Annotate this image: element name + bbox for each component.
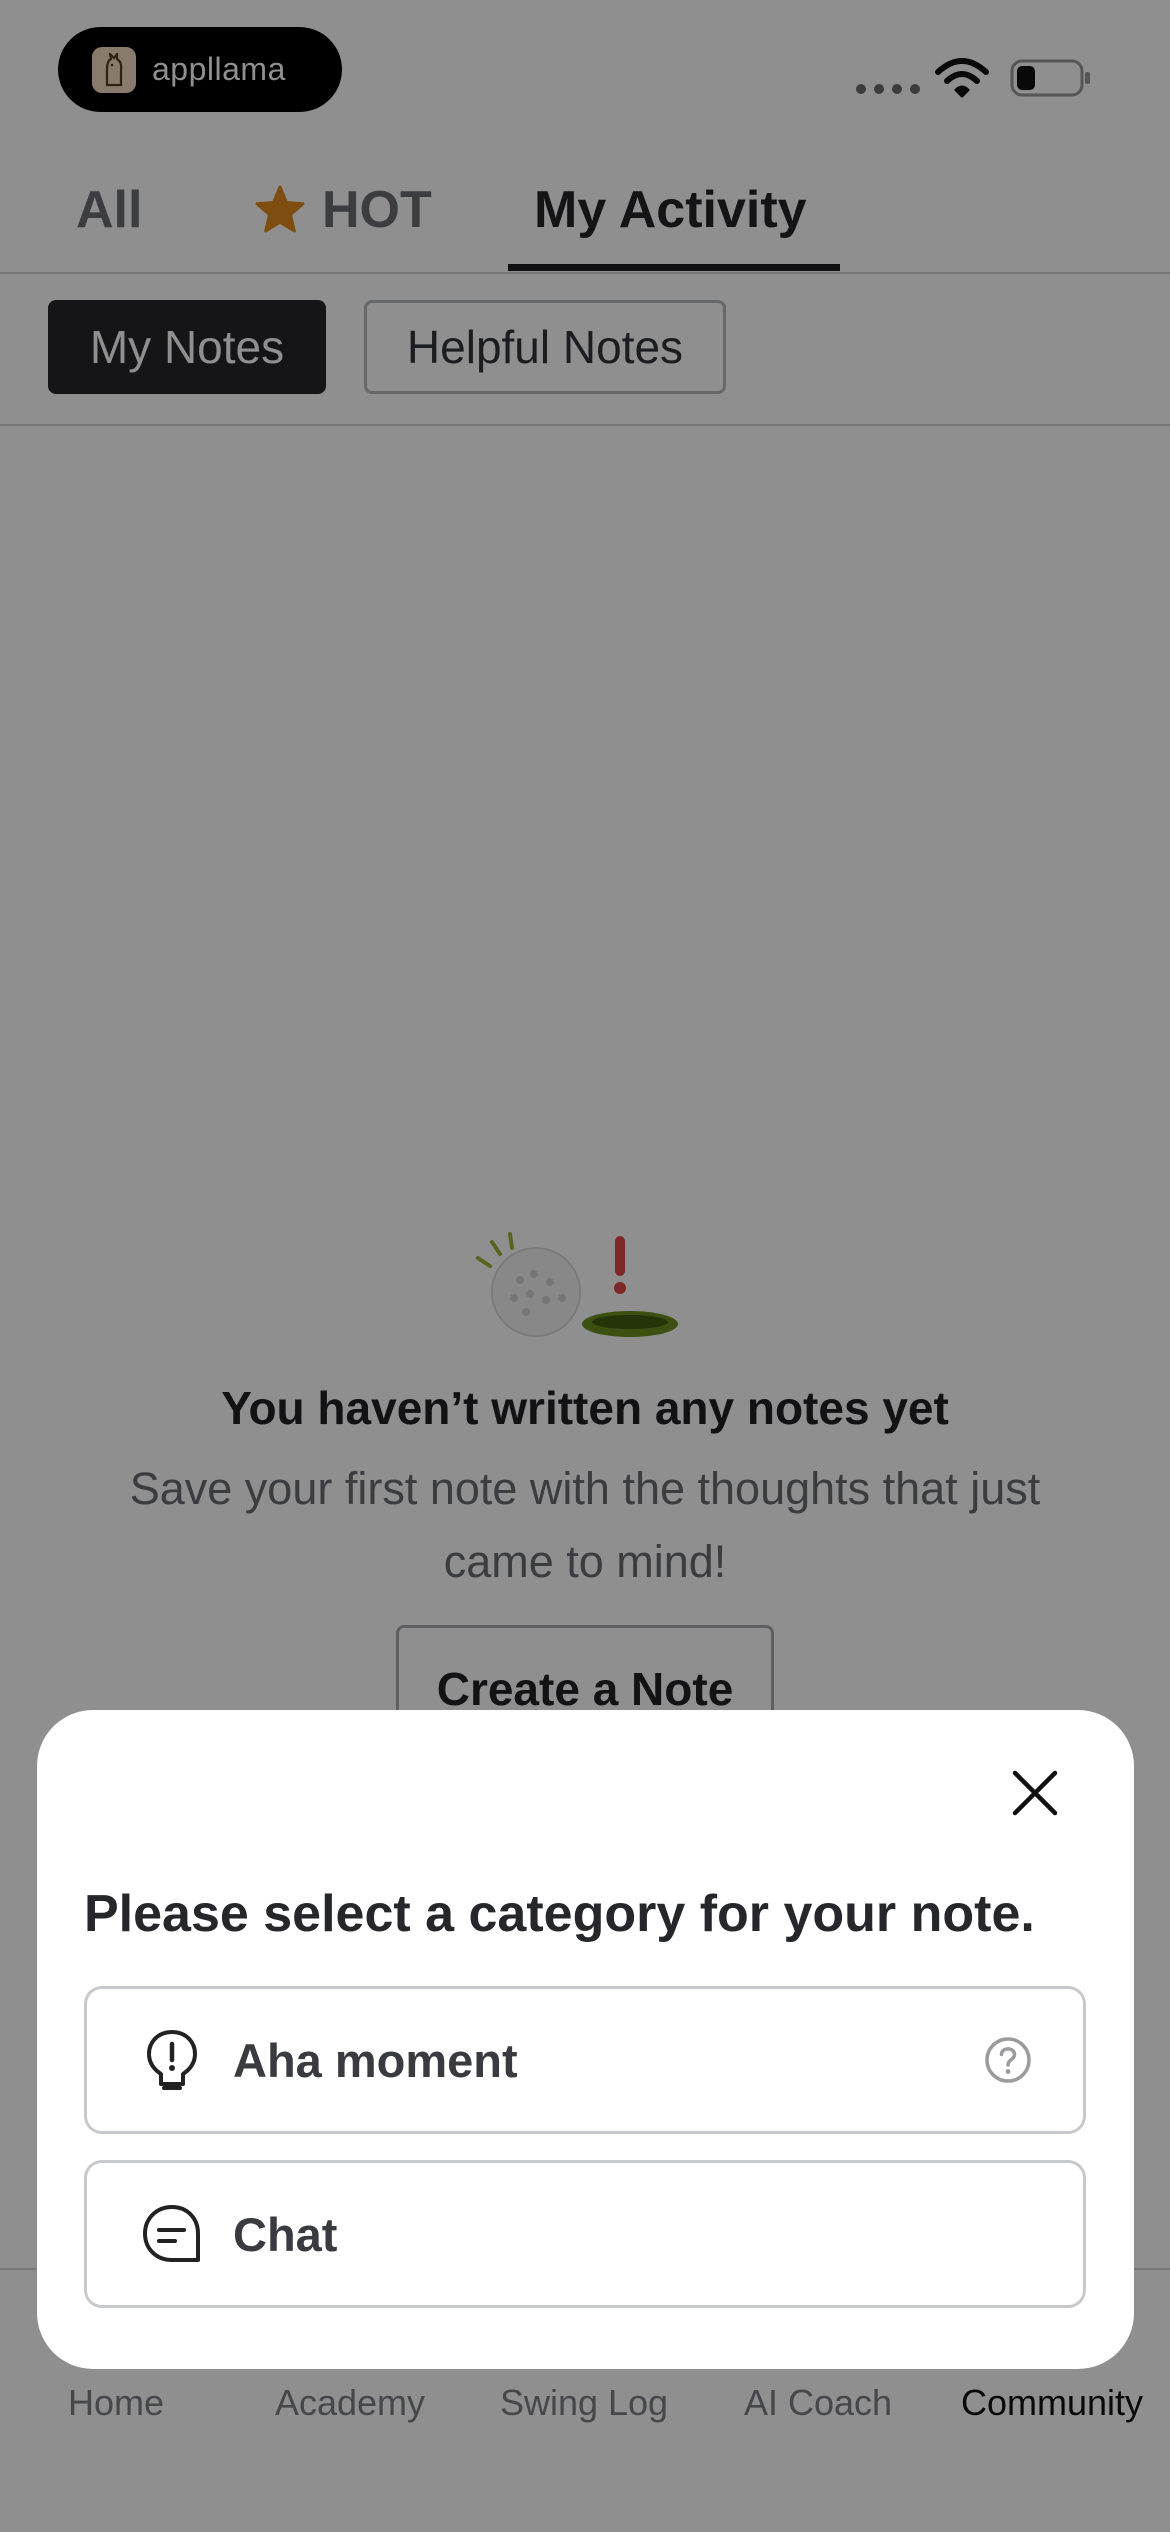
question-circle-icon[interactable]: [983, 2035, 1033, 2085]
chat-bubble-icon: [139, 2201, 205, 2267]
modal-title: Please select a category for your note.: [84, 1885, 1035, 1943]
category-option-aha-moment[interactable]: Aha moment: [84, 1986, 1086, 2134]
category-option-label: Chat: [233, 2207, 338, 2261]
lightbulb-alert-icon: [139, 2027, 205, 2093]
close-icon: [1012, 1770, 1058, 1816]
category-option-chat[interactable]: Chat: [84, 2160, 1086, 2308]
close-button[interactable]: [1000, 1758, 1070, 1828]
category-option-label: Aha moment: [233, 2033, 518, 2087]
